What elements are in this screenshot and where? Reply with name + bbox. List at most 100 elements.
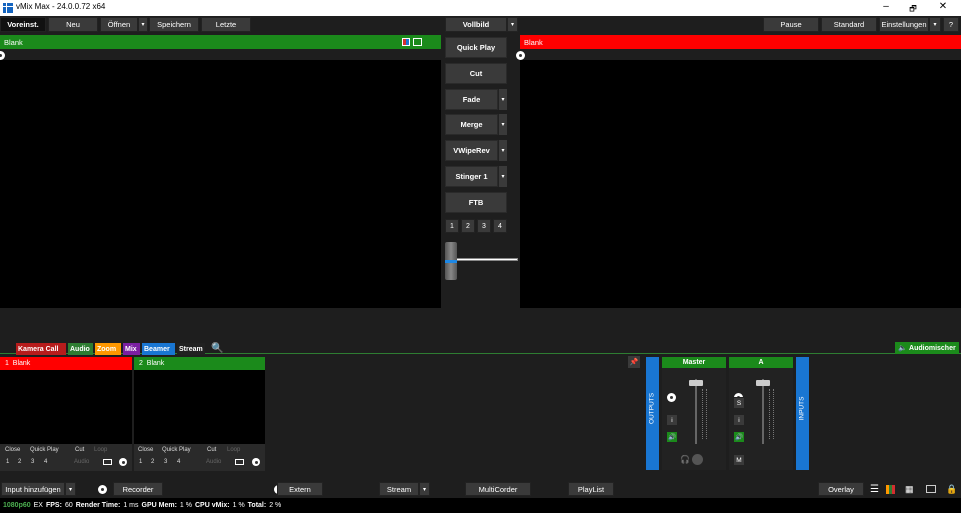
wipe-button[interactable]: VWipeRev: [445, 140, 498, 161]
tab-beamer[interactable]: Beamer: [142, 343, 175, 355]
tab-mix[interactable]: Mix: [123, 343, 140, 355]
add-input-button[interactable]: Input hinzufügen: [1, 482, 65, 496]
recent-button[interactable]: Letzte: [201, 17, 251, 32]
pin-icon[interactable]: 📌: [628, 356, 640, 368]
master-gear-icon[interactable]: [667, 393, 676, 402]
merge-button[interactable]: Merge: [445, 114, 498, 135]
outputs-strip[interactable]: OUTPUTS: [646, 357, 659, 470]
close-button[interactable]: ✕: [933, 1, 953, 12]
tab-audio[interactable]: Audio: [68, 343, 93, 355]
settings-button[interactable]: Einstellungen: [879, 17, 929, 32]
inputs-strip[interactable]: INPUTS: [796, 357, 809, 470]
master-mute-speaker-icon[interactable]: 🔊: [666, 431, 678, 443]
lock-icon[interactable]: 🔒: [946, 484, 957, 495]
new-button[interactable]: Neu: [48, 17, 98, 32]
open-dropdown-icon[interactable]: ▾: [138, 17, 148, 32]
preview-pane[interactable]: Blank: [0, 35, 441, 308]
add-input-dropdown-icon[interactable]: ▾: [65, 482, 76, 496]
help-button[interactable]: ?: [943, 17, 959, 32]
input-2-close[interactable]: Close: [138, 447, 153, 453]
input-2-quickplay[interactable]: Quick Play: [162, 447, 191, 453]
t-bar-handle[interactable]: [445, 242, 457, 281]
channel-a-info-button[interactable]: i: [733, 414, 745, 426]
input-1-gear-icon[interactable]: [119, 458, 127, 466]
list-view-icon[interactable]: ☰: [870, 484, 879, 495]
input-2-cut[interactable]: Cut: [207, 447, 216, 453]
cut-button[interactable]: Cut: [445, 63, 507, 84]
pause-button[interactable]: Pause: [763, 17, 819, 32]
minimize-button[interactable]: –: [876, 1, 896, 12]
input-2-overlay-2[interactable]: 2: [151, 459, 154, 465]
multicorder-button[interactable]: MultiCorder: [465, 482, 531, 496]
merge-dropdown-icon[interactable]: ▾: [498, 114, 507, 135]
recorder-gear-icon[interactable]: [98, 485, 107, 494]
colour-correction-icon[interactable]: [402, 38, 410, 46]
fade-button[interactable]: Fade: [445, 89, 498, 110]
input-2-gear-icon[interactable]: [252, 458, 260, 466]
input-1-overlay-2[interactable]: 2: [18, 459, 21, 465]
stinger-button[interactable]: Stinger 1: [445, 166, 498, 187]
stream-button[interactable]: Stream: [379, 482, 419, 496]
channel-a-m-button[interactable]: M: [733, 454, 745, 466]
transition-1-button[interactable]: 1: [445, 219, 459, 233]
channel-a-speaker-icon[interactable]: 🔊: [733, 431, 745, 443]
open-button[interactable]: Öffnen: [100, 17, 138, 32]
input-1-close[interactable]: Close: [5, 447, 20, 453]
stream-dropdown-icon[interactable]: ▾: [419, 482, 430, 496]
input-2-audio[interactable]: Audio: [206, 459, 221, 465]
tab-zoom[interactable]: Zoom: [95, 343, 121, 355]
input-2-preview[interactable]: [134, 370, 265, 444]
input-2-overlay-3[interactable]: 3: [164, 459, 167, 465]
ftb-button[interactable]: FTB: [445, 192, 507, 213]
colour-bars-icon[interactable]: [886, 485, 895, 494]
tab-stream[interactable]: Stream: [177, 343, 205, 355]
tab-kamera-call[interactable]: Kamera Call: [16, 343, 66, 355]
input-1-preview[interactable]: [0, 370, 132, 444]
input-1-quickplay[interactable]: Quick Play: [30, 447, 59, 453]
input-2-monitor-icon[interactable]: [235, 459, 244, 465]
fade-dropdown-icon[interactable]: ▾: [498, 89, 507, 110]
settings-dropdown-icon[interactable]: ▾: [929, 17, 941, 32]
screen-icon[interactable]: [926, 485, 936, 493]
playlist-button[interactable]: PlayList: [568, 482, 614, 496]
input-2-overlay-4[interactable]: 4: [177, 459, 180, 465]
input-1-overlay-1[interactable]: 1: [6, 459, 9, 465]
standard-button[interactable]: Standard: [821, 17, 877, 32]
transition-2-button[interactable]: 2: [461, 219, 475, 233]
headphone-icon[interactable]: 🎧: [680, 455, 690, 464]
input-card-1[interactable]: 1 Blank Close Quick Play Cut Loop 1 2 3 …: [0, 357, 132, 471]
recorder-button[interactable]: Recorder: [113, 482, 163, 496]
input-1-audio[interactable]: Audio: [74, 459, 89, 465]
preview-settings-gear-icon[interactable]: [0, 51, 5, 60]
transition-3-button[interactable]: 3: [477, 219, 491, 233]
quick-play-button[interactable]: Quick Play: [445, 37, 507, 58]
channel-a-solo-button[interactable]: S: [733, 397, 745, 409]
search-icon[interactable]: 🔍: [211, 343, 223, 354]
grid-view-icon[interactable]: ▦: [905, 484, 914, 495]
input-1-cut[interactable]: Cut: [75, 447, 84, 453]
transition-4-button[interactable]: 4: [493, 219, 507, 233]
restore-button[interactable]: 🗗: [903, 3, 923, 17]
input-1-monitor-icon[interactable]: [103, 459, 112, 465]
wipe-dropdown-icon[interactable]: ▾: [498, 140, 507, 161]
external-button[interactable]: Extern: [277, 482, 323, 496]
preset-button[interactable]: Voreinst.: [0, 17, 46, 32]
input-1-overlay-4[interactable]: 4: [44, 459, 47, 465]
channel-a-fader-handle[interactable]: [756, 380, 770, 386]
output-settings-gear-icon[interactable]: [516, 51, 525, 60]
input-2-loop[interactable]: Loop: [227, 447, 240, 453]
overlay-icon[interactable]: [413, 38, 422, 46]
stinger-dropdown-icon[interactable]: ▾: [498, 166, 507, 187]
t-bar-track[interactable]: [455, 258, 518, 261]
input-2-overlay-1[interactable]: 1: [139, 459, 142, 465]
fullscreen-button[interactable]: Vollbild: [445, 17, 507, 32]
input-1-loop[interactable]: Loop: [94, 447, 107, 453]
audio-mixer-button[interactable]: 🔈 Audiomischer: [895, 342, 959, 354]
save-button[interactable]: Speichern: [149, 17, 199, 32]
fullscreen-dropdown-icon[interactable]: ▾: [507, 17, 518, 32]
input-card-2[interactable]: 2 Blank Close Quick Play Cut Loop 1 2 3 …: [134, 357, 265, 471]
overlay-button[interactable]: Overlay: [818, 482, 864, 496]
master-pan-knob[interactable]: [692, 454, 703, 465]
input-1-overlay-3[interactable]: 3: [31, 459, 34, 465]
master-fader-handle[interactable]: [689, 380, 703, 386]
